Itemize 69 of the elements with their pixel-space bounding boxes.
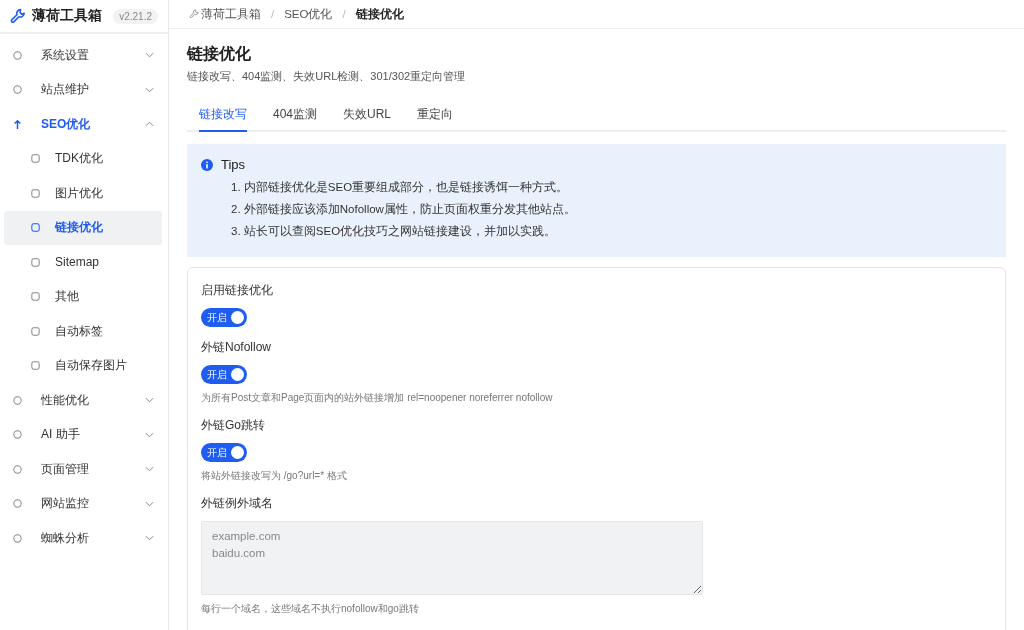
breadcrumb-link[interactable]: SEO优化 [284,6,333,22]
chevron-icon [145,121,154,128]
domain-input-field[interactable]: example.com baidu.com [201,521,703,595]
chevron-icon [145,466,154,473]
chevron-icon [145,431,154,438]
sidebar-subitem[interactable]: TDK优化 [4,141,162,176]
info-icon [201,158,213,171]
menu-icon [30,222,41,234]
sidebar-item[interactable]: 蜘蛛分析 [4,521,162,556]
toggle-switch[interactable]: 开启 [201,365,247,384]
field-label: 启用链接优化 [201,282,274,299]
page-title: 链接优化 [187,44,252,64]
sidebar-item[interactable]: 网站监控 [4,486,162,521]
toggle-switch[interactable]: 开启 [201,443,247,462]
tab[interactable]: 404监测 [273,101,318,132]
sidebar-subitem[interactable]: 自动保存图片 [4,348,162,383]
sidebar-item[interactable]: SEO优化 [4,107,162,142]
menu-icon [30,360,41,372]
help-text: 为所有Post文章和Page页面内的站外链接增加 rel=noopener noreferrer nofollow [201,391,554,405]
tip-text: 2. 外部链接应该添加Nofollow属性，防止页面权重分发其他站点。 [230,202,577,217]
tab[interactable]: 失效URL [343,101,392,132]
menu-icon [12,532,23,544]
wrench-icon [189,9,199,19]
sidebar-item[interactable]: AI 助手 [4,417,162,452]
menu-icon [30,291,41,303]
sidebar-subitem[interactable]: 其他 [4,279,162,314]
sidebar-subitem[interactable]: Sitemap [4,245,162,280]
tab[interactable]: 重定向 [417,101,454,132]
chevron-icon [145,86,154,93]
chevron-icon [145,535,154,542]
sidebar-item[interactable]: 页面管理 [4,452,162,487]
menu-icon [30,325,41,337]
sidebar-item[interactable]: 性能优化 [4,383,162,418]
tip-text: 3. 站长可以查阅SEO优化技巧之网站链接建设，并加以实践。 [230,224,558,239]
menu-icon [12,498,23,510]
wrench-icon [10,8,26,24]
menu-icon [12,84,23,96]
breadcrumb-link[interactable]: 链接优化 [355,6,404,22]
chevron-icon [145,397,154,404]
sidebar-subitem[interactable]: 链接优化 [4,210,162,245]
menu-icon [12,118,23,130]
sidebar-item[interactable]: 系统设置 [4,38,162,73]
breadcrumb-separator: / [342,8,346,20]
toggle-switch[interactable]: 开启 [201,308,247,327]
menu-icon [12,463,23,475]
app-name: 薄荷工具箱 [32,7,103,25]
field-label: 外链Nofollow [201,339,273,356]
menu-icon [12,429,23,441]
menu-icon [30,187,41,199]
sidebar-item[interactable]: 站点维护 [4,72,162,107]
help-text: 将站外链接改写为 /go?url=* 格式 [201,469,348,483]
chevron-icon [145,500,154,507]
field-label: 外链Go跳转 [201,417,266,434]
help-text: 每行一个域名，这些域名不执行nofollow和go跳转 [201,602,420,616]
breadcrumb-separator: / [271,8,275,20]
tips-title: Tips [221,157,246,172]
menu-icon [12,49,23,61]
sidebar-subitem[interactable]: 图片优化 [4,176,162,211]
chevron-icon [145,52,154,59]
sidebar-subitem[interactable]: 自动标签 [4,314,162,349]
menu-icon [30,256,41,268]
field-label: 外链例外域名 [201,495,274,512]
tab[interactable]: 链接改写 [199,101,247,132]
page-subtitle: 链接改写、404监测、失效URL检测、301/302重定向管理 [187,69,467,84]
breadcrumb-link[interactable]: 薄荷工具箱 [201,6,261,22]
version-badge: v2.21.2 [113,8,158,24]
menu-icon [12,394,23,406]
menu-icon [30,153,41,165]
tip-text: 1. 内部链接优化是SEO重要组成部分，也是链接诱饵一种方式。 [230,180,570,195]
